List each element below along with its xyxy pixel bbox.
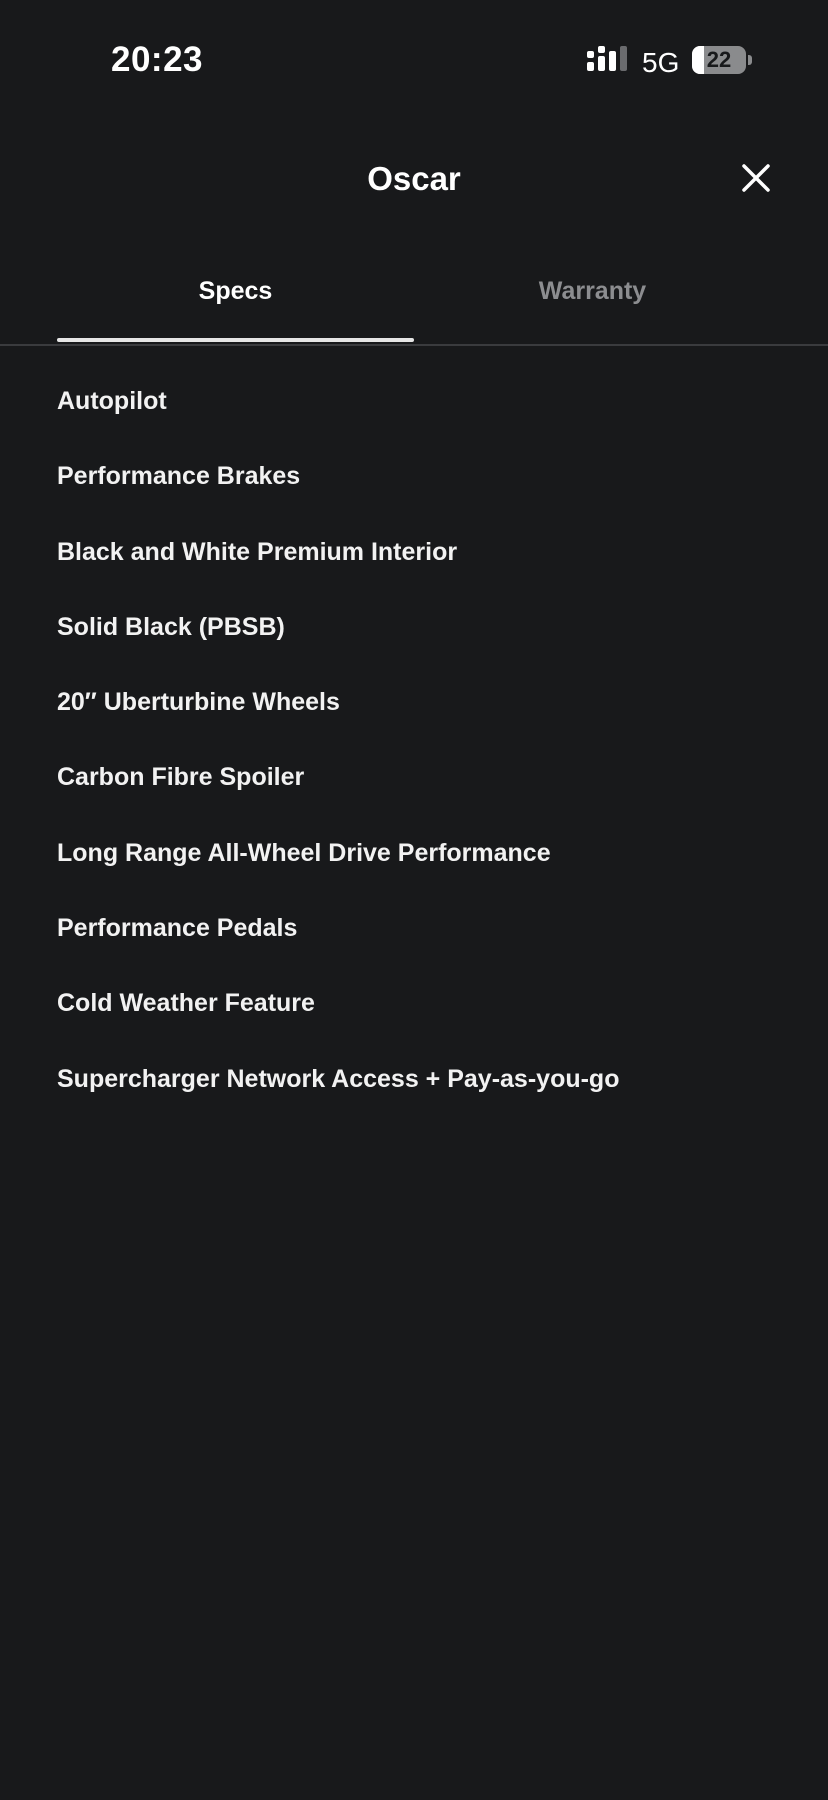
spec-item-performance-brakes: Performance Brakes bbox=[57, 462, 301, 491]
tab-warranty[interactable]: Warranty bbox=[414, 258, 771, 342]
battery-cap bbox=[748, 55, 752, 65]
spec-item-paint: Solid Black (PBSB) bbox=[57, 612, 285, 641]
spec-item-spoiler: Carbon Fibre Spoiler bbox=[57, 763, 305, 792]
spec-item-autopilot: Autopilot bbox=[57, 387, 167, 415]
spec-item-cold-weather: Cold Weather Feature bbox=[57, 989, 315, 1018]
close-button[interactable] bbox=[736, 158, 776, 198]
battery-indicator: 22 bbox=[692, 46, 754, 76]
spec-item-pedals: Performance Pedals bbox=[57, 914, 298, 943]
close-icon bbox=[742, 164, 770, 192]
spec-list: Autopilot Performance Brakes Black and W… bbox=[57, 362, 797, 1115]
battery-level: 22 bbox=[706, 47, 732, 72]
page-title: Oscar bbox=[367, 160, 461, 197]
status-bar: 20:23 5G 22 bbox=[0, 0, 828, 120]
tab-specs[interactable]: Specs bbox=[57, 258, 414, 342]
spec-item-interior: Black and White Premium Interior bbox=[57, 537, 458, 566]
signal-bars-icon bbox=[587, 46, 627, 71]
battery-icon: 22 bbox=[692, 46, 746, 74]
status-time: 20:23 bbox=[111, 40, 204, 79]
header: Oscar bbox=[0, 140, 828, 220]
active-tab-indicator bbox=[57, 338, 414, 342]
spec-item-wheels: 20′′ Uberturbine Wheels bbox=[57, 688, 340, 717]
tab-bar: Specs Warranty bbox=[0, 258, 828, 346]
spec-item-drivetrain: Long Range All-Wheel Drive Performance bbox=[57, 838, 551, 867]
network-type: 5G bbox=[642, 47, 680, 78]
spec-item-supercharger: Supercharger Network Access + Pay-as-you… bbox=[57, 1064, 620, 1093]
